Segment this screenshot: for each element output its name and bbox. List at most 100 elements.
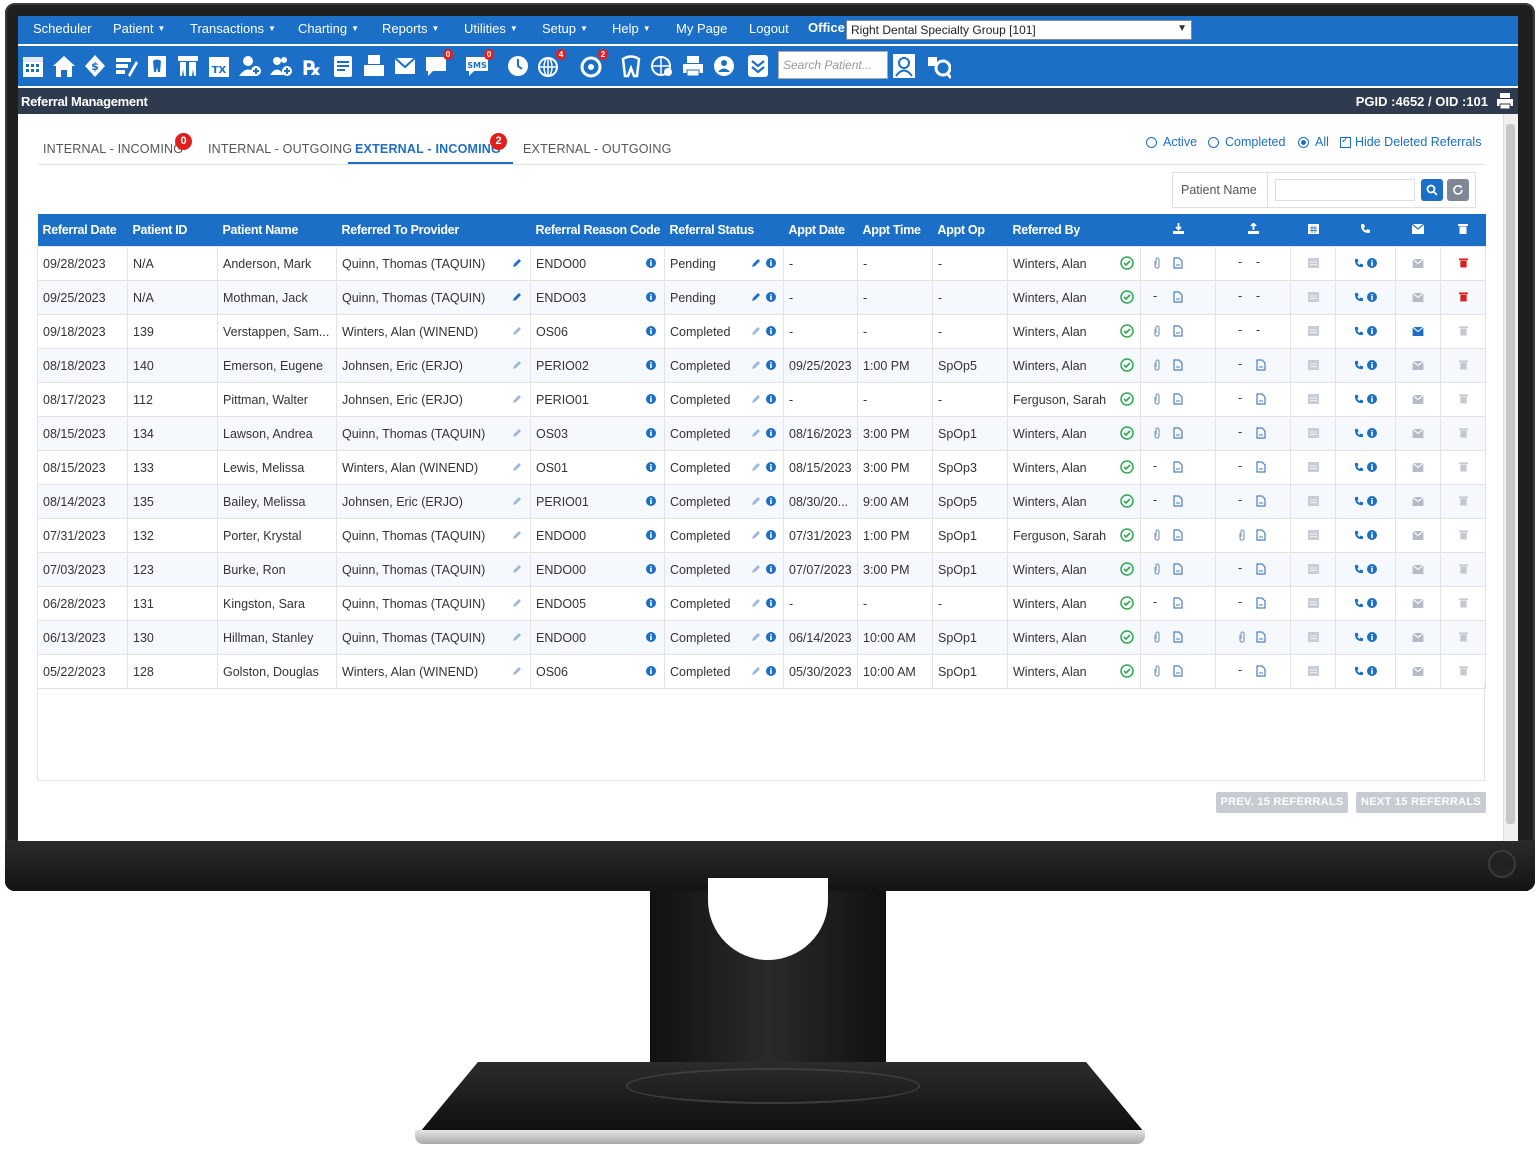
refresh-button[interactable]: [1447, 179, 1469, 201]
edit-pencil-icon[interactable]: [512, 393, 522, 407]
edit-pencil-icon[interactable]: [512, 529, 522, 543]
trash-icon[interactable]: [1458, 665, 1468, 679]
vertical-scrollbar[interactable]: [1503, 114, 1518, 841]
envelope-icon[interactable]: [1412, 529, 1424, 543]
notes-edit-icon[interactable]: [113, 52, 139, 80]
pdf-icon[interactable]: [1173, 495, 1183, 510]
search-patient-input[interactable]: Search Patient...: [778, 51, 888, 79]
pdf-icon[interactable]: [1173, 427, 1183, 442]
tab-external-outgoing[interactable]: EXTERNAL - OUTGOING: [523, 142, 672, 156]
info-icon[interactable]: [766, 359, 776, 373]
edit-pencil-icon[interactable]: [751, 597, 761, 611]
menu-logout[interactable]: Logout: [749, 21, 789, 36]
pdf-icon[interactable]: [1256, 393, 1266, 408]
patient-name-link[interactable]: Mothman, Jack: [217, 280, 337, 315]
envelope-icon[interactable]: [1412, 495, 1424, 509]
envelope-icon[interactable]: [1412, 359, 1424, 373]
edit-pencil-icon[interactable]: [751, 563, 761, 577]
edit-pencil-icon[interactable]: [751, 291, 761, 305]
col-appt-op[interactable]: Appt Op: [932, 214, 1008, 247]
patient-name-link[interactable]: Bailey, Melissa: [217, 484, 337, 519]
phone-icon[interactable]: [1354, 529, 1364, 543]
envelope-icon[interactable]: [1412, 461, 1424, 475]
pdf-icon[interactable]: [1173, 529, 1183, 544]
patient-name-link[interactable]: Porter, Krystal: [217, 518, 337, 553]
edit-pencil-icon[interactable]: [512, 257, 522, 271]
attachment-icon[interactable]: [1238, 529, 1246, 544]
envelope-icon[interactable]: [1412, 393, 1424, 407]
attachment-icon[interactable]: [1153, 665, 1161, 680]
trash-icon[interactable]: [1458, 461, 1468, 475]
info-icon[interactable]: [766, 393, 776, 407]
info-icon[interactable]: [646, 563, 656, 577]
menu-utilities[interactable]: Utilities ▼: [464, 21, 518, 36]
envelope-icon[interactable]: [1412, 563, 1424, 577]
info-icon[interactable]: [646, 325, 656, 339]
attachment-icon[interactable]: [1153, 563, 1161, 578]
phone-icon[interactable]: [1354, 495, 1364, 509]
pdf-icon[interactable]: [1256, 597, 1266, 612]
menu-reports[interactable]: Reports ▼: [382, 21, 439, 36]
calendar-icon[interactable]: [1307, 325, 1319, 339]
edit-pencil-icon[interactable]: [751, 427, 761, 441]
printer-icon[interactable]: [680, 52, 706, 80]
edit-pencil-icon[interactable]: [512, 291, 522, 305]
col-appt-date[interactable]: Appt Date: [783, 214, 858, 247]
menu-my-page[interactable]: My Page: [676, 21, 727, 36]
patient-name-link[interactable]: Lawson, Andrea: [217, 416, 337, 451]
pdf-icon[interactable]: [1256, 665, 1266, 680]
pdf-icon[interactable]: [1173, 393, 1183, 408]
pdf-icon[interactable]: [1173, 359, 1183, 374]
info-icon[interactable]: [646, 631, 656, 645]
col-referred-to-provider[interactable]: Referred To Provider: [336, 214, 531, 247]
edit-pencil-icon[interactable]: [512, 495, 522, 509]
clock-icon[interactable]: [505, 52, 531, 80]
menu-setup[interactable]: Setup ▼: [542, 21, 588, 36]
dollar-transfer-icon[interactable]: $: [82, 52, 108, 80]
pdf-icon[interactable]: [1173, 291, 1183, 306]
info-icon[interactable]: [646, 427, 656, 441]
trash-icon[interactable]: [1458, 359, 1468, 373]
document-list-icon[interactable]: [330, 52, 356, 80]
next-referrals-button[interactable]: NEXT 15 REFERRALS: [1356, 792, 1486, 813]
patient-name-link[interactable]: Verstappen, Sam...: [217, 314, 337, 349]
info-icon[interactable]: [1367, 529, 1378, 543]
patient-name-link[interactable]: Emerson, Eugene: [217, 348, 337, 383]
info-icon[interactable]: [646, 461, 656, 475]
calendar-icon[interactable]: [1307, 631, 1319, 645]
info-icon[interactable]: [766, 665, 776, 679]
phone-icon[interactable]: [1354, 665, 1364, 679]
info-icon[interactable]: [1367, 427, 1378, 441]
attachment-icon[interactable]: [1153, 529, 1161, 544]
hide-deleted-checkbox[interactable]: Hide Deleted Referrals: [1340, 135, 1481, 149]
patient-name-link[interactable]: Lewis, Melissa: [217, 450, 337, 485]
info-icon[interactable]: [1367, 665, 1378, 679]
info-icon[interactable]: [766, 563, 776, 577]
edit-pencil-icon[interactable]: [751, 665, 761, 679]
attachment-icon[interactable]: [1238, 631, 1246, 646]
info-icon[interactable]: [1367, 359, 1378, 373]
info-icon[interactable]: [1367, 563, 1378, 577]
pdf-icon[interactable]: [1256, 563, 1266, 578]
attachment-icon[interactable]: [1153, 631, 1161, 646]
info-icon[interactable]: [1367, 325, 1378, 339]
tooth-chart-icon[interactable]: [144, 52, 170, 80]
info-icon[interactable]: [646, 529, 656, 543]
pdf-icon[interactable]: [1256, 427, 1266, 442]
edit-pencil-icon[interactable]: [512, 325, 522, 339]
envelope-icon[interactable]: [1412, 291, 1424, 305]
pdf-icon[interactable]: [1173, 597, 1183, 612]
envelope-icon[interactable]: [1412, 631, 1424, 645]
envelope-icon[interactable]: [1412, 665, 1424, 679]
trash-icon[interactable]: [1458, 291, 1468, 305]
edit-pencil-icon[interactable]: [512, 359, 522, 373]
calendar-icon[interactable]: [1307, 563, 1319, 577]
info-icon[interactable]: [1367, 257, 1378, 271]
attachment-icon[interactable]: [1153, 427, 1161, 442]
calendar-icon[interactable]: [1307, 359, 1319, 373]
info-icon[interactable]: [646, 597, 656, 611]
edit-pencil-icon[interactable]: [512, 665, 522, 679]
search-button[interactable]: [1421, 179, 1443, 201]
calendar-icon[interactable]: [1307, 461, 1319, 475]
info-icon[interactable]: [646, 665, 656, 679]
